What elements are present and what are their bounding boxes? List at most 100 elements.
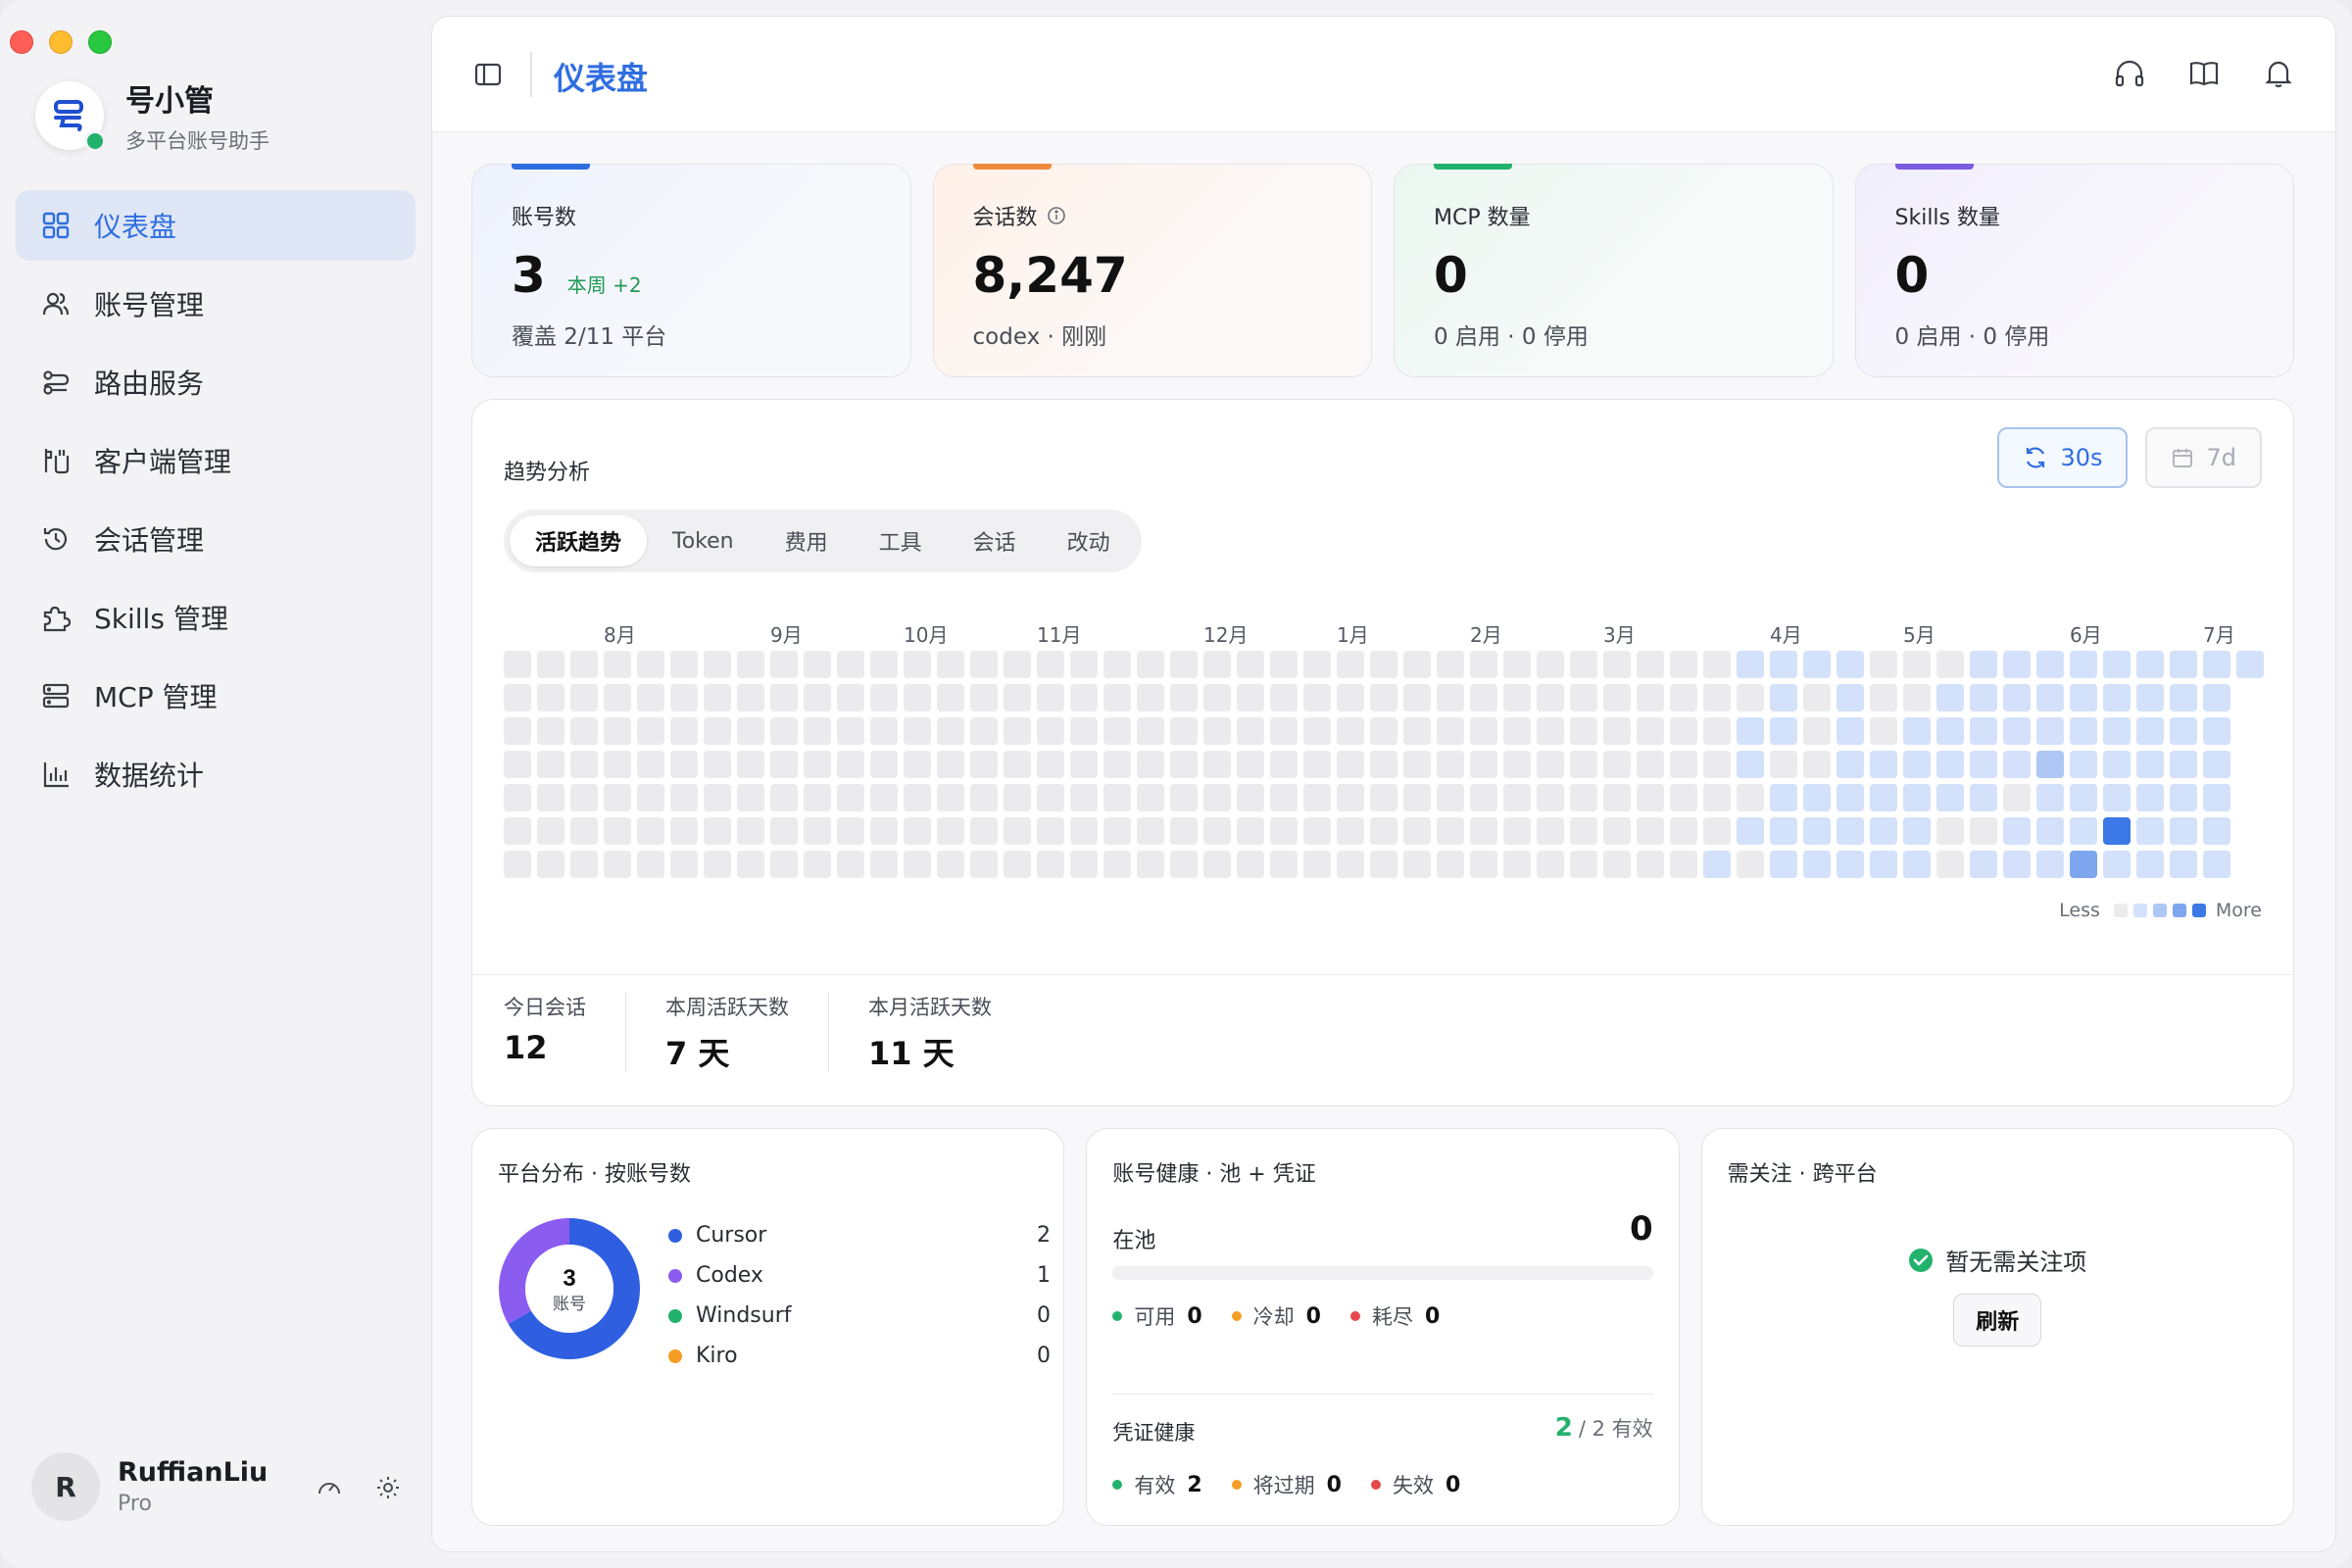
heatmap-cell[interactable] [604,717,631,745]
heatmap-cell[interactable] [1037,751,1064,778]
heatmap-cell[interactable] [604,784,631,811]
heatmap-cell[interactable] [770,684,798,711]
heatmap-cell[interactable] [1470,751,1497,778]
heatmap-cell[interactable] [1803,717,1831,745]
heatmap-cell[interactable] [1004,784,1031,811]
heatmap-cell[interactable] [837,651,864,678]
heatmap-cell[interactable] [1737,651,1764,678]
heatmap-cell[interactable] [2070,651,2097,678]
heatmap-cell[interactable] [1370,784,1397,811]
heatmap-cell[interactable] [2136,684,2164,711]
heatmap-cell[interactable] [2036,784,2064,811]
heatmap-cell[interactable] [1770,717,1797,745]
heatmap-cell[interactable] [504,684,531,711]
heatmap-cell[interactable] [1770,817,1797,845]
heatmap-cell[interactable] [2136,784,2164,811]
heatmap-cell[interactable] [1637,684,1664,711]
heatmap-cell[interactable] [1603,851,1631,878]
heatmap-cell[interactable] [1570,717,1597,745]
heatmap-cell[interactable] [1737,817,1764,845]
heatmap-cell[interactable] [1170,784,1198,811]
sidebar-item-routing[interactable]: 路由服务 [16,347,416,417]
heatmap-cell[interactable] [970,851,998,878]
heatmap-cell[interactable] [870,851,898,878]
heatmap-cell[interactable] [870,784,898,811]
heatmap-cell[interactable] [670,751,698,778]
heatmap-cell[interactable] [1770,751,1797,778]
heatmap-cell[interactable] [1303,817,1331,845]
heatmap-cell[interactable] [570,751,598,778]
heatmap-cell[interactable] [1070,651,1098,678]
heatmap-cell[interactable] [1270,651,1298,678]
heatmap-cell[interactable] [1303,651,1331,678]
heatmap-cell[interactable] [1737,851,1764,878]
heatmap-cell[interactable] [1503,751,1531,778]
heatmap-cell[interactable] [837,751,864,778]
heatmap-cell[interactable] [1004,851,1031,878]
heatmap-cell[interactable] [504,817,531,845]
heatmap-cell[interactable] [1237,717,1264,745]
heatmap-cell[interactable] [2170,751,2197,778]
heatmap-cell[interactable] [2036,717,2064,745]
heatmap-cell[interactable] [804,751,831,778]
heatmap-cell[interactable] [1670,784,1697,811]
stat-card-mcp[interactable]: MCP 数量 0 0 启用 · 0 停用 [1394,164,1834,377]
heatmap-cell[interactable] [1237,784,1264,811]
heatmap-cell[interactable] [1370,651,1397,678]
heatmap-cell[interactable] [1037,684,1064,711]
heatmap-cell[interactable] [1303,717,1331,745]
sidebar-toggle-icon[interactable] [473,60,503,89]
heatmap-cell[interactable] [1037,817,1064,845]
heatmap-cell[interactable] [937,717,964,745]
heatmap-cell[interactable] [704,784,731,811]
heatmap-cell[interactable] [1437,651,1464,678]
heatmap-cell[interactable] [1203,651,1231,678]
heatmap-cell[interactable] [1603,684,1631,711]
heatmap-cell[interactable] [970,751,998,778]
heatmap-cell[interactable] [637,784,664,811]
heatmap-cell[interactable] [637,651,664,678]
heatmap-cell[interactable] [2203,684,2230,711]
heatmap-cell[interactable] [937,684,964,711]
heatmap-cell[interactable] [1670,717,1697,745]
heatmap-cell[interactable] [970,684,998,711]
heatmap-cell[interactable] [1903,684,1931,711]
heatmap-cell[interactable] [737,851,764,878]
heatmap-cell[interactable] [1936,651,1964,678]
heatmap-cell[interactable] [2103,751,2131,778]
heatmap-cell[interactable] [1137,784,1164,811]
heatmap-cell[interactable] [1903,651,1931,678]
heatmap-cell[interactable] [1170,651,1198,678]
heatmap-cell[interactable] [1703,684,1731,711]
heatmap-cell[interactable] [870,717,898,745]
heatmap-cell[interactable] [904,851,931,878]
heatmap-cell[interactable] [1070,817,1098,845]
heatmap-cell[interactable] [2170,684,2197,711]
heatmap-cell[interactable] [1004,817,1031,845]
heatmap-cell[interactable] [1837,784,1864,811]
sidebar-item-sessions[interactable]: 会话管理 [16,504,416,574]
sidebar-item-statistics[interactable]: 数据统计 [16,739,416,809]
heatmap-cell[interactable] [1936,717,1964,745]
heatmap-cell[interactable] [1737,751,1764,778]
heatmap-cell[interactable] [1537,851,1564,878]
heatmap-cell[interactable] [2170,817,2197,845]
heatmap-cell[interactable] [1803,817,1831,845]
heatmap-cell[interactable] [1103,817,1131,845]
heatmap-cell[interactable] [537,817,564,845]
heatmap-cell[interactable] [1103,851,1131,878]
headphones-icon[interactable] [2112,56,2147,91]
heatmap-cell[interactable] [537,784,564,811]
heatmap-cell[interactable] [1936,751,1964,778]
heatmap-cell[interactable] [1903,817,1931,845]
heatmap-cell[interactable] [1503,651,1531,678]
heatmap-cell[interactable] [804,784,831,811]
bell-icon[interactable] [2261,56,2296,91]
heatmap-cell[interactable] [2070,684,2097,711]
heatmap-cell[interactable] [937,851,964,878]
heatmap-cell[interactable] [1137,817,1164,845]
heatmap-cell[interactable] [2003,784,2031,811]
heatmap-cell[interactable] [704,817,731,845]
heatmap-cell[interactable] [770,651,798,678]
heatmap-cell[interactable] [1637,717,1664,745]
